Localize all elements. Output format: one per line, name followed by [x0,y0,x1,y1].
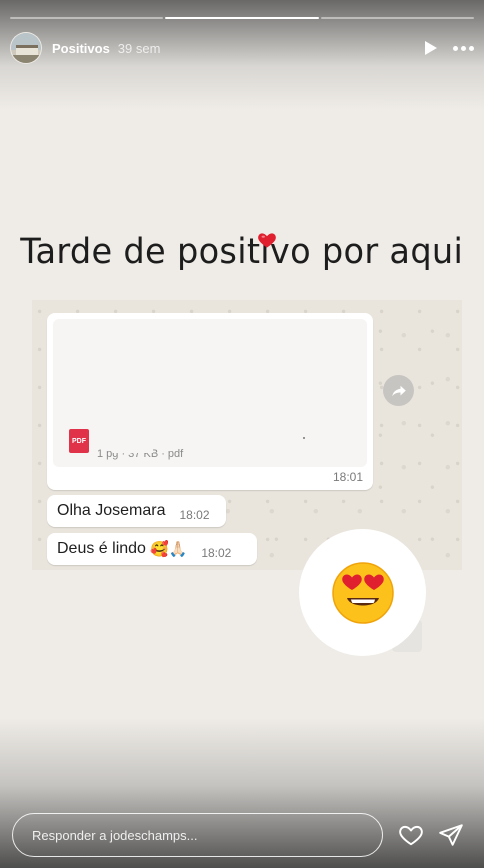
header-actions [425,41,474,55]
story-time: 39 sem [117,40,161,56]
share-icon[interactable] [383,375,414,406]
message-time: 18:02 [201,546,232,560]
message-time: 18:01 [332,470,363,484]
story-headline: Tarde de positivo por aqui [20,232,464,272]
story-progress [10,17,474,19]
like-icon[interactable] [397,822,425,848]
story-view: Positivos 39 sem Tarde de positivo por a… [0,0,484,868]
heart-eyes-emoji-icon [331,561,394,624]
document-message[interactable]: PDF 1 pg · 37 KB · pdf 18:01 [47,313,373,490]
username[interactable]: Positivos [52,41,110,56]
progress-segment [10,17,164,19]
story-header: Positivos 39 sem [10,32,474,64]
message-time: 18:02 [179,508,210,522]
chat-message[interactable]: Deus é lindo 🥰🙏🏻 18:02 [47,533,257,565]
play-icon[interactable] [425,41,437,55]
message-emojis: 🥰🙏🏻 [149,541,188,558]
pdf-icon: PDF [69,429,89,453]
send-icon[interactable] [438,822,464,848]
message-text: Deus é lindo [57,540,146,557]
chat-message[interactable]: Olha Josemara 18:02 [47,495,226,527]
avatar[interactable] [10,32,42,64]
reply-placeholder: Responder a jodeschamps... [32,827,198,843]
progress-segment [320,17,474,19]
message-text: Olha Josemara [57,502,166,519]
heart-icon [258,233,276,248]
document-preview[interactable]: PDF 1 pg · 37 KB · pdf [53,319,367,467]
emoji-sticker[interactable] [299,529,426,656]
progress-segment-current [165,17,319,19]
reply-input[interactable]: Responder a jodeschamps... [12,813,383,857]
more-icon[interactable] [453,45,474,51]
headline-container: Tarde de positivo por aqui [0,232,484,272]
